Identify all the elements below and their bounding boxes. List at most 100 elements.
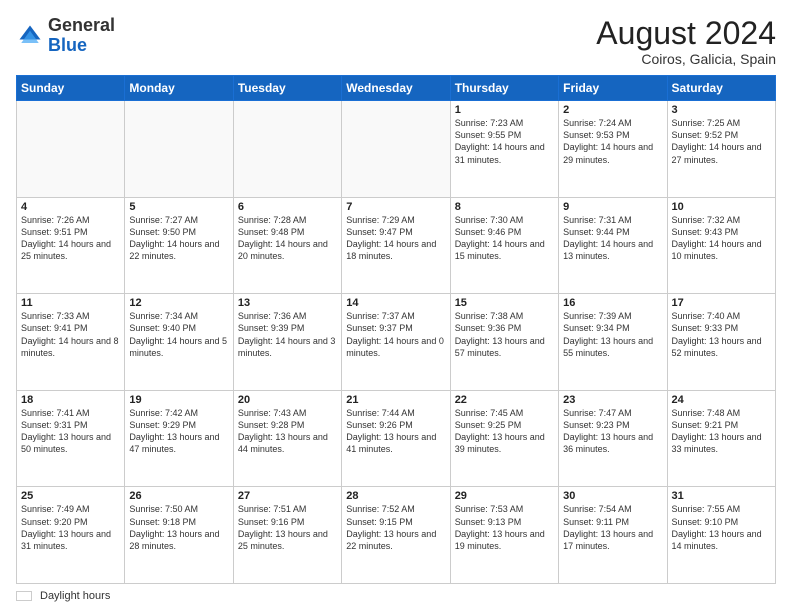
- legend-box: [16, 591, 32, 601]
- day-number: 11: [21, 297, 120, 309]
- day-info: Sunrise: 7:53 AM Sunset: 9:13 PM Dayligh…: [455, 503, 554, 552]
- logo-blue: Blue: [48, 35, 87, 55]
- day-info: Sunrise: 7:28 AM Sunset: 9:48 PM Dayligh…: [238, 214, 337, 263]
- calendar-cell: 9Sunrise: 7:31 AM Sunset: 9:44 PM Daylig…: [559, 197, 667, 294]
- day-info: Sunrise: 7:43 AM Sunset: 9:28 PM Dayligh…: [238, 407, 337, 456]
- logo-general: General: [48, 15, 115, 35]
- calendar-cell: 30Sunrise: 7:54 AM Sunset: 9:11 PM Dayli…: [559, 487, 667, 584]
- calendar-cell: 20Sunrise: 7:43 AM Sunset: 9:28 PM Dayli…: [233, 390, 341, 487]
- day-number: 13: [238, 297, 337, 309]
- calendar-cell: 24Sunrise: 7:48 AM Sunset: 9:21 PM Dayli…: [667, 390, 775, 487]
- day-number: 17: [672, 297, 771, 309]
- day-info: Sunrise: 7:49 AM Sunset: 9:20 PM Dayligh…: [21, 503, 120, 552]
- calendar-cell: 31Sunrise: 7:55 AM Sunset: 9:10 PM Dayli…: [667, 487, 775, 584]
- calendar-page: General Blue August 2024 Coiros, Galicia…: [0, 0, 792, 612]
- day-info: Sunrise: 7:29 AM Sunset: 9:47 PM Dayligh…: [346, 214, 445, 263]
- header: General Blue August 2024 Coiros, Galicia…: [16, 16, 776, 67]
- calendar-cell: 25Sunrise: 7:49 AM Sunset: 9:20 PM Dayli…: [17, 487, 125, 584]
- day-info: Sunrise: 7:36 AM Sunset: 9:39 PM Dayligh…: [238, 310, 337, 359]
- day-info: Sunrise: 7:32 AM Sunset: 9:43 PM Dayligh…: [672, 214, 771, 263]
- calendar-cell: 15Sunrise: 7:38 AM Sunset: 9:36 PM Dayli…: [450, 294, 558, 391]
- calendar-cell: 19Sunrise: 7:42 AM Sunset: 9:29 PM Dayli…: [125, 390, 233, 487]
- day-number: 27: [238, 490, 337, 502]
- col-header-wednesday: Wednesday: [342, 76, 450, 101]
- calendar-cell: 4Sunrise: 7:26 AM Sunset: 9:51 PM Daylig…: [17, 197, 125, 294]
- day-number: 24: [672, 394, 771, 406]
- calendar-cell: [233, 101, 341, 198]
- calendar-cell: 18Sunrise: 7:41 AM Sunset: 9:31 PM Dayli…: [17, 390, 125, 487]
- calendar-cell: 29Sunrise: 7:53 AM Sunset: 9:13 PM Dayli…: [450, 487, 558, 584]
- calendar-cell: [125, 101, 233, 198]
- calendar-cell: [342, 101, 450, 198]
- day-info: Sunrise: 7:23 AM Sunset: 9:55 PM Dayligh…: [455, 117, 554, 166]
- calendar-cell: 27Sunrise: 7:51 AM Sunset: 9:16 PM Dayli…: [233, 487, 341, 584]
- day-info: Sunrise: 7:33 AM Sunset: 9:41 PM Dayligh…: [21, 310, 120, 359]
- day-number: 18: [21, 394, 120, 406]
- day-info: Sunrise: 7:34 AM Sunset: 9:40 PM Dayligh…: [129, 310, 228, 359]
- day-number: 5: [129, 201, 228, 213]
- day-number: 15: [455, 297, 554, 309]
- day-info: Sunrise: 7:54 AM Sunset: 9:11 PM Dayligh…: [563, 503, 662, 552]
- calendar-header-row: SundayMondayTuesdayWednesdayThursdayFrid…: [17, 76, 776, 101]
- day-info: Sunrise: 7:51 AM Sunset: 9:16 PM Dayligh…: [238, 503, 337, 552]
- calendar-cell: 22Sunrise: 7:45 AM Sunset: 9:25 PM Dayli…: [450, 390, 558, 487]
- day-info: Sunrise: 7:39 AM Sunset: 9:34 PM Dayligh…: [563, 310, 662, 359]
- calendar-cell: 2Sunrise: 7:24 AM Sunset: 9:53 PM Daylig…: [559, 101, 667, 198]
- day-info: Sunrise: 7:30 AM Sunset: 9:46 PM Dayligh…: [455, 214, 554, 263]
- day-info: Sunrise: 7:48 AM Sunset: 9:21 PM Dayligh…: [672, 407, 771, 456]
- day-info: Sunrise: 7:44 AM Sunset: 9:26 PM Dayligh…: [346, 407, 445, 456]
- calendar-cell: 21Sunrise: 7:44 AM Sunset: 9:26 PM Dayli…: [342, 390, 450, 487]
- day-info: Sunrise: 7:42 AM Sunset: 9:29 PM Dayligh…: [129, 407, 228, 456]
- col-header-saturday: Saturday: [667, 76, 775, 101]
- legend-text: Daylight hours: [40, 590, 110, 602]
- col-header-sunday: Sunday: [17, 76, 125, 101]
- day-number: 21: [346, 394, 445, 406]
- calendar-cell: 8Sunrise: 7:30 AM Sunset: 9:46 PM Daylig…: [450, 197, 558, 294]
- title-block: August 2024 Coiros, Galicia, Spain: [596, 16, 776, 67]
- week-row-1: 1Sunrise: 7:23 AM Sunset: 9:55 PM Daylig…: [17, 101, 776, 198]
- day-info: Sunrise: 7:41 AM Sunset: 9:31 PM Dayligh…: [21, 407, 120, 456]
- day-info: Sunrise: 7:45 AM Sunset: 9:25 PM Dayligh…: [455, 407, 554, 456]
- col-header-thursday: Thursday: [450, 76, 558, 101]
- day-info: Sunrise: 7:31 AM Sunset: 9:44 PM Dayligh…: [563, 214, 662, 263]
- day-number: 6: [238, 201, 337, 213]
- calendar-cell: 23Sunrise: 7:47 AM Sunset: 9:23 PM Dayli…: [559, 390, 667, 487]
- day-number: 25: [21, 490, 120, 502]
- day-number: 26: [129, 490, 228, 502]
- day-number: 14: [346, 297, 445, 309]
- col-header-tuesday: Tuesday: [233, 76, 341, 101]
- calendar-cell: 28Sunrise: 7:52 AM Sunset: 9:15 PM Dayli…: [342, 487, 450, 584]
- calendar-cell: 7Sunrise: 7:29 AM Sunset: 9:47 PM Daylig…: [342, 197, 450, 294]
- day-number: 7: [346, 201, 445, 213]
- day-number: 4: [21, 201, 120, 213]
- logo-icon: [16, 22, 44, 50]
- calendar-table: SundayMondayTuesdayWednesdayThursdayFrid…: [16, 75, 776, 584]
- day-number: 23: [563, 394, 662, 406]
- day-number: 3: [672, 104, 771, 116]
- day-info: Sunrise: 7:37 AM Sunset: 9:37 PM Dayligh…: [346, 310, 445, 359]
- day-number: 31: [672, 490, 771, 502]
- day-number: 2: [563, 104, 662, 116]
- week-row-3: 11Sunrise: 7:33 AM Sunset: 9:41 PM Dayli…: [17, 294, 776, 391]
- calendar-cell: 1Sunrise: 7:23 AM Sunset: 9:55 PM Daylig…: [450, 101, 558, 198]
- day-number: 12: [129, 297, 228, 309]
- day-number: 8: [455, 201, 554, 213]
- calendar-cell: 26Sunrise: 7:50 AM Sunset: 9:18 PM Dayli…: [125, 487, 233, 584]
- calendar-cell: 16Sunrise: 7:39 AM Sunset: 9:34 PM Dayli…: [559, 294, 667, 391]
- week-row-2: 4Sunrise: 7:26 AM Sunset: 9:51 PM Daylig…: [17, 197, 776, 294]
- calendar-cell: 12Sunrise: 7:34 AM Sunset: 9:40 PM Dayli…: [125, 294, 233, 391]
- location: Coiros, Galicia, Spain: [596, 51, 776, 67]
- day-info: Sunrise: 7:24 AM Sunset: 9:53 PM Dayligh…: [563, 117, 662, 166]
- day-info: Sunrise: 7:38 AM Sunset: 9:36 PM Dayligh…: [455, 310, 554, 359]
- day-info: Sunrise: 7:52 AM Sunset: 9:15 PM Dayligh…: [346, 503, 445, 552]
- day-info: Sunrise: 7:40 AM Sunset: 9:33 PM Dayligh…: [672, 310, 771, 359]
- day-info: Sunrise: 7:26 AM Sunset: 9:51 PM Dayligh…: [21, 214, 120, 263]
- day-info: Sunrise: 7:50 AM Sunset: 9:18 PM Dayligh…: [129, 503, 228, 552]
- day-number: 10: [672, 201, 771, 213]
- day-info: Sunrise: 7:55 AM Sunset: 9:10 PM Dayligh…: [672, 503, 771, 552]
- day-number: 22: [455, 394, 554, 406]
- day-number: 19: [129, 394, 228, 406]
- week-row-5: 25Sunrise: 7:49 AM Sunset: 9:20 PM Dayli…: [17, 487, 776, 584]
- month-year: August 2024: [596, 16, 776, 51]
- calendar-cell: 6Sunrise: 7:28 AM Sunset: 9:48 PM Daylig…: [233, 197, 341, 294]
